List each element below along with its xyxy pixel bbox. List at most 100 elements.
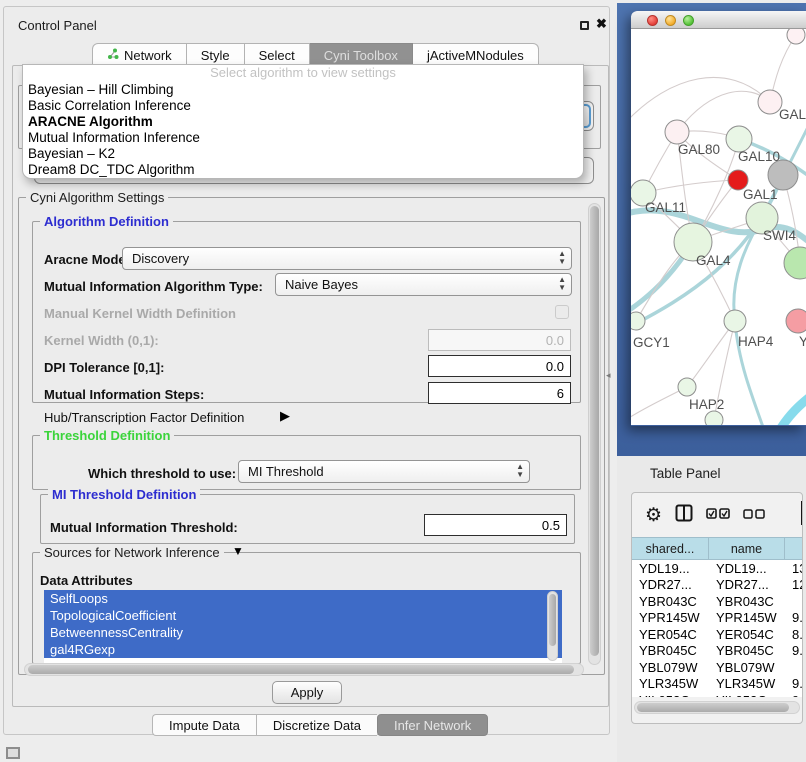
node-label: GAL11 — [645, 200, 686, 215]
mi-type-combo[interactable]: Naive Bayes ▲▼ — [275, 273, 572, 296]
table-row[interactable]: YBL079WYBL079W — [632, 659, 803, 676]
table-row[interactable]: YDL19...YDL19...13 — [632, 560, 803, 577]
attribute-item-selected[interactable]: gal4RGexp — [44, 641, 562, 658]
apply-button[interactable]: Apply — [272, 681, 342, 704]
table-row[interactable]: YBR043CYBR043C — [632, 593, 803, 610]
close-traffic-light-icon[interactable] — [647, 15, 658, 26]
node-label: GAL — [779, 107, 806, 122]
control-panel-title: Control Panel — [18, 18, 97, 33]
tab-style[interactable]: Style — [187, 43, 245, 66]
node[interactable] — [787, 29, 805, 44]
node[interactable] — [784, 247, 806, 279]
aracne-mode-label: Aracne Mode: — [44, 252, 130, 267]
table-body: YDL19...YDL19...13 YDR27...YDR27...12 YB… — [632, 560, 803, 697]
tab-discretize-data[interactable]: Discretize Data — [256, 714, 377, 736]
table-panel-card: ⚙ shared... name A YDL19...YDL19...13 YD… — [631, 492, 803, 724]
node-gcy1[interactable] — [631, 312, 645, 330]
network-window-titlebar[interactable] — [631, 11, 806, 29]
attribute-item-selected[interactable]: TopologicalCoefficient — [44, 607, 562, 624]
algorithm-dropdown-list: Select algorithm to view settings Bayesi… — [22, 64, 584, 179]
table-row[interactable]: YBR045CYBR045C9. — [632, 643, 803, 660]
hub-definition-label: Hub/Transcription Factor Definition — [44, 410, 244, 425]
split-columns-icon[interactable] — [675, 504, 693, 527]
tab-infer-network[interactable]: Infer Network — [377, 714, 488, 736]
float-window-icon[interactable] — [580, 21, 589, 30]
tab-select[interactable]: Select — [245, 43, 310, 66]
table-horizontal-scrollbar[interactable] — [634, 701, 800, 714]
deselect-all-checkboxes-icon[interactable] — [743, 506, 765, 524]
node-label: GAL10 — [738, 149, 780, 164]
node-hap2[interactable] — [678, 378, 696, 396]
column-header[interactable]: name — [709, 538, 785, 559]
table-row[interactable]: YLR345WYLR345W9. — [632, 676, 803, 693]
tab-network[interactable]: Network — [92, 43, 187, 66]
which-threshold-label: Which threshold to use: — [88, 466, 236, 481]
list-item[interactable]: Mutual Information Inference — [23, 130, 583, 146]
aracne-mode-combo[interactable]: Discovery ▲▼ — [122, 247, 572, 270]
node-label: GAL4 — [696, 253, 731, 268]
table-row[interactable]: YDR27...YDR27...12 — [632, 577, 803, 594]
attribute-item-selected[interactable]: SelfLoops — [44, 590, 562, 607]
list-item-selected[interactable]: ARACNE Algorithm — [23, 114, 583, 130]
list-item[interactable]: Basic Correlation Inference — [23, 98, 583, 114]
attribute-item-selected[interactable]: BetweennessCentrality — [44, 624, 562, 641]
bottom-tab-bar: Impute Data Discretize Data Infer Networ… — [152, 714, 488, 736]
manual-kernel-label: Manual Kernel Width Definition — [44, 306, 236, 321]
node-label: GAL80 — [678, 142, 720, 157]
node-label: HAP4 — [738, 334, 774, 349]
network-icon — [107, 48, 119, 63]
node-label: SWI4 — [763, 228, 796, 243]
expand-right-icon[interactable]: ▶ — [280, 408, 290, 424]
tab-impute-data[interactable]: Impute Data — [152, 714, 256, 736]
collapse-down-icon[interactable]: ▼ — [232, 544, 244, 558]
node-label: HAP2 — [689, 397, 724, 412]
minimized-panel-icon[interactable] — [6, 747, 20, 759]
settings-vertical-scrollbar[interactable] — [588, 203, 601, 665]
algorithm-definition-title: Algorithm Definition — [40, 214, 173, 229]
minimize-traffic-light-icon[interactable] — [665, 15, 676, 26]
tab-jactivemnodules[interactable]: jActiveMNodules — [413, 43, 539, 66]
column-header[interactable]: A — [785, 538, 803, 559]
select-all-checkboxes-icon[interactable] — [706, 506, 730, 524]
table-row[interactable]: YIL052CYIL052C9 — [632, 692, 803, 697]
kernel-width-label: Kernel Width (0,1): — [44, 333, 159, 348]
network-canvas[interactable]: GAL80 GAL10 GAL1 GAL11 SWI4 GAL4 GCY1 HA… — [631, 29, 806, 425]
mi-threshold-field[interactable]: 0.5 — [424, 514, 567, 536]
node[interactable] — [786, 309, 806, 333]
gear-icon[interactable]: ⚙ — [645, 504, 662, 527]
mi-steps-label: Mutual Information Steps: — [44, 387, 204, 402]
node-label: GAL1 — [743, 187, 778, 202]
node-hap4[interactable] — [724, 310, 746, 332]
sources-title: Sources for Network Inference — [40, 545, 224, 560]
node-gal80[interactable] — [665, 120, 689, 144]
data-attributes-list: SelfLoops TopologicalCoefficient Between… — [44, 590, 562, 663]
which-threshold-combo[interactable]: MI Threshold ▲▼ — [238, 460, 530, 483]
table-row[interactable]: YPR145WYPR145W9. — [632, 610, 803, 627]
network-desktop: GAL80 GAL10 GAL1 GAL11 SWI4 GAL4 GCY1 HA… — [617, 3, 806, 456]
column-header[interactable]: shared... — [632, 538, 709, 559]
panel-divider-grip[interactable]: ◂ — [606, 370, 611, 381]
attributes-scrollbar[interactable] — [547, 591, 558, 661]
close-icon[interactable]: ✖ — [596, 16, 607, 32]
network-view-window: GAL80 GAL10 GAL1 GAL11 SWI4 GAL4 GCY1 HA… — [631, 11, 806, 426]
list-item[interactable]: Bayesian – K2 — [23, 146, 583, 162]
node-gray[interactable] — [768, 160, 798, 190]
node-label: GCY1 — [633, 335, 670, 350]
list-item[interactable]: Bayesian – Hill Climbing — [23, 82, 583, 98]
tab-cyni-toolbox[interactable]: Cyni Toolbox — [310, 43, 413, 66]
zoom-traffic-light-icon[interactable] — [683, 15, 694, 26]
node-label: Y — [799, 334, 806, 349]
manual-kernel-checkbox[interactable] — [555, 305, 569, 319]
table-row[interactable]: YER054CYER054C8. — [632, 626, 803, 643]
node[interactable] — [705, 411, 723, 425]
combo-arrows-icon: ▲▼ — [558, 250, 566, 266]
settings-horizontal-scrollbar[interactable] — [24, 663, 584, 676]
top-tab-bar: Network Style Select Cyni Toolbox jActiv… — [92, 43, 539, 66]
dpi-tolerance-field[interactable]: 0.0 — [428, 355, 571, 377]
document-icon[interactable] — [800, 500, 803, 531]
list-item[interactable]: Dream8 DC_TDC Algorithm — [23, 162, 583, 178]
combo-arrows-icon: ▲▼ — [516, 463, 524, 479]
kernel-width-field[interactable]: 0.0 — [428, 329, 571, 351]
threshold-definition-title: Threshold Definition — [40, 428, 174, 443]
mi-steps-field[interactable]: 6 — [428, 382, 571, 404]
